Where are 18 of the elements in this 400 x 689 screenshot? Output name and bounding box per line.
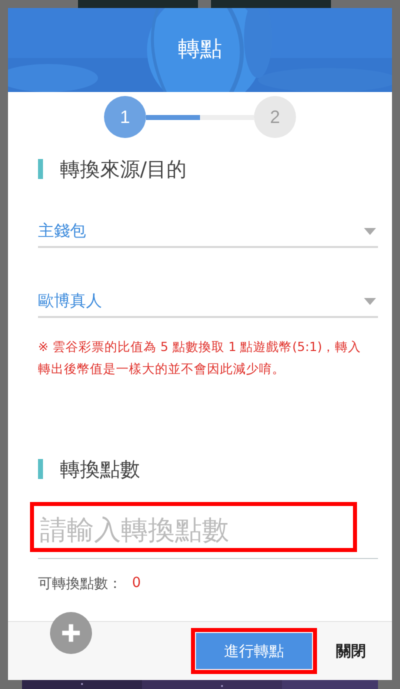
section-title: 轉換來源/目的 [60, 156, 187, 182]
dropdown[interactable]: 歐博真人 [38, 286, 378, 318]
plus-icon [60, 622, 82, 644]
caret-icon [364, 298, 376, 304]
dialog-title: 轉點 [178, 36, 222, 64]
close-button[interactable]: 關閉 [332, 634, 370, 668]
section-marker [38, 159, 43, 179]
available-label: 可轉換點數： [38, 575, 122, 593]
step-indicator: 2 [254, 96, 296, 138]
section-title: 轉換點數 [60, 456, 140, 482]
section-marker [38, 459, 43, 479]
submit-button[interactable]: 進行轉點 [196, 633, 312, 669]
input-field[interactable]: 請輸入轉換點數 [38, 506, 370, 554]
dropdown[interactable]: 主錢包 [38, 216, 378, 248]
available-value: 0 [132, 575, 141, 593]
notice-text: ※ 雲谷彩票的比值為 5 點數換取 1 點遊戲幣(5:1)，轉入轉出後幣值是一樣大的並不會因此減少唷。 [38, 338, 362, 378]
caret-icon [364, 228, 376, 234]
step-indicator: 1 [104, 96, 146, 138]
